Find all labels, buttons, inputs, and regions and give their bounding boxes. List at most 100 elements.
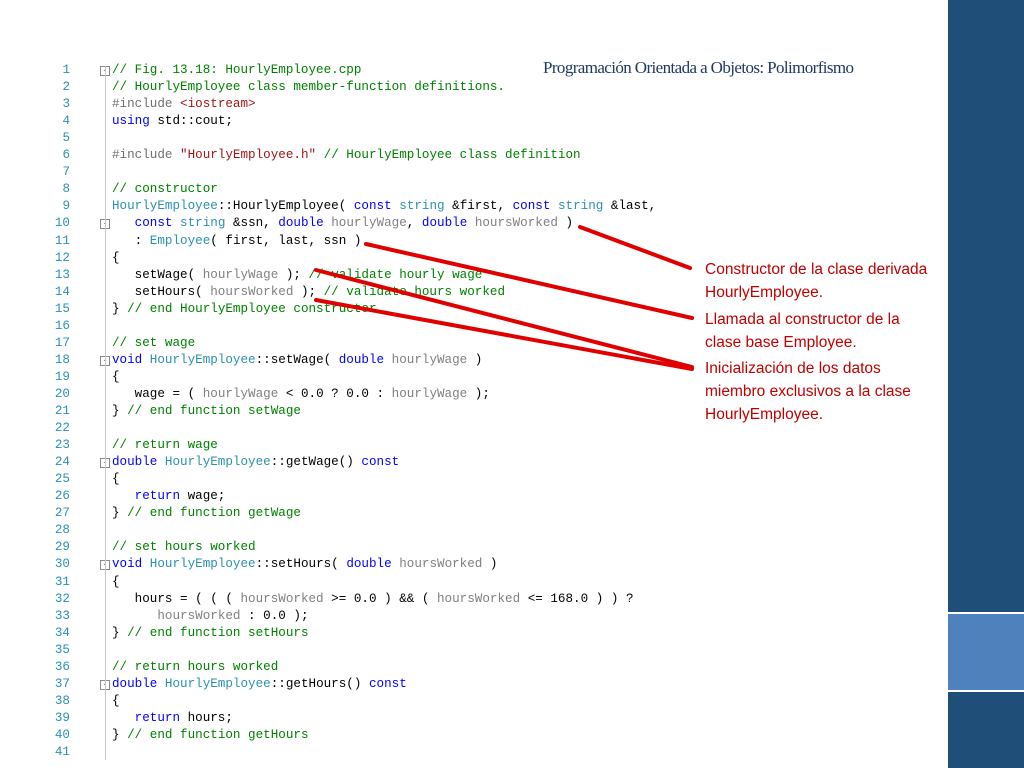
line-number: 22	[54, 421, 70, 436]
line-number: 4	[62, 114, 70, 129]
code-text: double HourlyEmployee::getHours() const	[112, 676, 407, 693]
code-token: const	[112, 216, 181, 231]
code-token: // validate hours worked	[323, 284, 506, 299]
code-line: 10- const string &ssn, double hourlyWage…	[52, 215, 922, 232]
code-line: 40 } // end function getHours	[52, 727, 922, 744]
code-token: #include	[112, 148, 181, 163]
code-token: hoursWorked	[399, 557, 483, 572]
code-text: : Employee( first, last, ssn )	[112, 233, 362, 250]
annotation-base-constructor-call: Llamada al constructor de la clase base …	[705, 311, 900, 351]
code-token: // end function setWage	[127, 404, 301, 418]
code-token: )	[467, 352, 483, 367]
code-text: // set hours worked	[112, 539, 256, 556]
code-line: 24-double HourlyEmployee::getWage() cons…	[52, 454, 922, 471]
code-token: // set hours worked	[112, 540, 256, 555]
code-token: ::setWage(	[255, 352, 339, 367]
code-token: {	[112, 472, 120, 487]
code-text: #include "HourlyEmployee.h" // HourlyEmp…	[112, 147, 581, 164]
code-token: < 0.0 ? 0.0 :	[278, 386, 392, 401]
code-line: 36 // return hours worked	[52, 659, 922, 676]
code-text: // Fig. 13.18: HourlyEmployee.cpp	[112, 62, 361, 79]
code-token: // constructor	[112, 182, 218, 197]
code-token: // end function getHours	[127, 727, 309, 742]
code-text: {	[112, 471, 120, 488]
code-line: 8 // constructor	[52, 181, 922, 198]
code-token: );	[278, 267, 309, 282]
code-text: wage = ( hourlyWage < 0.0 ? 0.0 : hourly…	[112, 386, 490, 403]
code-line: 25 {	[52, 471, 922, 488]
code-line: 9 HourlyEmployee::HourlyEmployee( const s…	[52, 198, 922, 215]
code-token: ::setHours(	[255, 557, 347, 572]
code-token: hours;	[187, 710, 233, 725]
code-token: void	[112, 352, 150, 367]
code-token: // Fig. 13.18: HourlyEmployee.cpp	[112, 63, 362, 77]
code-token: hoursWorked	[474, 216, 558, 231]
code-line: 6 #include "HourlyEmployee.h" // HourlyEm…	[52, 147, 922, 164]
line-number: 27	[54, 506, 70, 521]
code-line: 30-void HourlyEmployee::setHours( double…	[52, 556, 922, 573]
code-token: )	[557, 216, 574, 231]
code-token: double	[112, 455, 165, 470]
code-token: const	[353, 199, 400, 214]
code-token: HourlyEmployee	[164, 455, 271, 470]
line-number: 1	[62, 63, 70, 77]
code-token: // HourlyEmployee class definition	[316, 148, 581, 163]
code-token: &ssn,	[225, 216, 279, 231]
code-line: 38 {	[52, 693, 922, 710]
line-number: 31	[54, 574, 70, 589]
code-line: 37-double HourlyEmployee::getHours() con…	[52, 676, 922, 693]
line-number: 24	[54, 455, 70, 470]
code-token: double	[421, 216, 475, 231]
code-text: HourlyEmployee::HourlyEmployee( const st…	[112, 198, 656, 215]
code-text: // HourlyEmployee class member-function …	[112, 79, 505, 96]
code-line: 32 hours = ( ( ( hoursWorked >= 0.0 ) &&…	[52, 591, 922, 608]
code-text: {	[112, 369, 120, 386]
line-number: 25	[54, 472, 70, 487]
line-number: 32	[54, 591, 70, 606]
code-token: // validate hourly wage	[308, 267, 483, 282]
code-token: // end HourlyEmployee constructor	[127, 301, 377, 316]
code-token: )	[482, 557, 498, 572]
code-token: }	[112, 625, 128, 640]
code-text: } // end function getHours	[112, 727, 309, 744]
code-token: HourlyEmployee	[149, 352, 256, 367]
code-line: 2 // HourlyEmployee class member-function…	[52, 79, 922, 96]
code-token: // end function getWage	[127, 506, 301, 521]
code-token: ::HourlyEmployee(	[217, 199, 354, 214]
code-text: {	[112, 693, 120, 710]
code-text: // return hours worked	[112, 659, 278, 676]
code-token: hourlyWage	[202, 386, 279, 401]
code-token: ::getHours()	[270, 676, 369, 691]
code-token: const	[368, 676, 407, 691]
code-line: 3 #include <iostream>	[52, 96, 922, 113]
line-number: 10	[54, 216, 70, 231]
code-token: // set wage	[112, 335, 196, 350]
code-token: hourlyWage	[202, 267, 279, 282]
code-token: Employee	[149, 233, 211, 248]
code-text: } // end function setHours	[112, 625, 309, 642]
line-number: 3	[62, 97, 70, 112]
code-token: const	[512, 199, 558, 214]
code-token: <iostream>	[180, 97, 256, 112]
code-token: HourlyEmployee	[149, 557, 256, 572]
code-token: >= 0.0 ) && (	[323, 591, 437, 606]
code-text: // return wage	[112, 437, 218, 454]
code-token: &last,	[603, 199, 657, 214]
code-token: string	[180, 216, 226, 231]
code-token: hourlyWage	[391, 386, 468, 401]
code-token: wage = (	[112, 386, 203, 401]
code-text: {	[112, 574, 120, 591]
line-number: 9	[62, 199, 70, 214]
code-token: HourlyEmployee	[164, 676, 271, 691]
code-text: double HourlyEmployee::getWage() const	[112, 454, 399, 471]
line-number: 14	[54, 284, 70, 299]
code-text: } // end function getWage	[112, 505, 301, 522]
code-line: 33 hoursWorked : 0.0 );	[52, 608, 922, 625]
line-number: 8	[62, 182, 70, 197]
decorative-bar-top	[948, 0, 1024, 612]
code-token: double	[278, 216, 332, 231]
line-number: 34	[54, 625, 70, 640]
code-token: :	[112, 233, 150, 248]
code-token: ( first, last, ssn )	[210, 233, 362, 248]
line-number: 40	[54, 727, 70, 742]
